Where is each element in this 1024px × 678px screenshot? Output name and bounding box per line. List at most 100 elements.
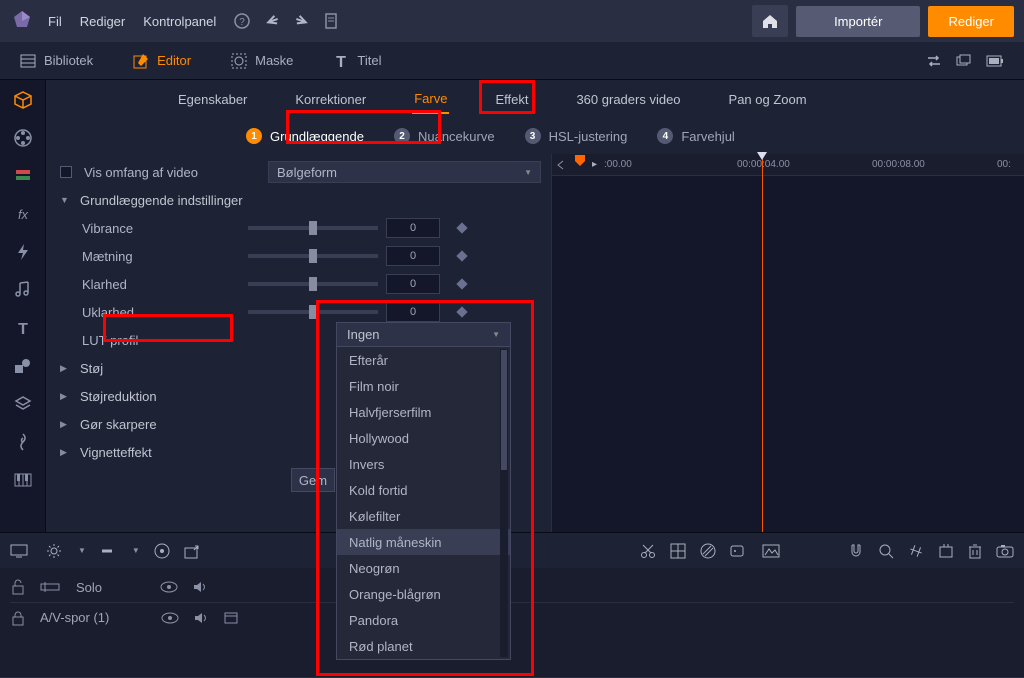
keyframe-icon[interactable] [456, 278, 467, 289]
mode-editor[interactable]: Editor [133, 53, 191, 69]
rail-fx-icon[interactable]: fx [13, 204, 33, 224]
menu-controlpanel[interactable]: Kontrolpanel [143, 14, 216, 29]
tab-effect[interactable]: Effekt [493, 86, 530, 113]
lut-option[interactable]: Invers [337, 451, 510, 477]
timeline-icon[interactable] [40, 580, 62, 594]
document-icon[interactable] [324, 13, 338, 29]
swap-icon[interactable] [926, 54, 942, 68]
tab-color[interactable]: Farve [412, 85, 449, 114]
saturation-slider[interactable] [248, 254, 378, 258]
redo-icon[interactable] [294, 14, 310, 28]
rail-music-icon[interactable] [13, 280, 33, 300]
tab-360video[interactable]: 360 graders video [574, 86, 682, 113]
lut-scrollbar[interactable] [500, 349, 508, 657]
monitor-icon[interactable] [10, 544, 32, 558]
strike-icon[interactable] [908, 543, 924, 559]
clarity-value[interactable]: 0 [386, 274, 440, 294]
lut-option[interactable]: Pandora [337, 607, 510, 633]
menu-file[interactable]: Fil [48, 14, 62, 29]
help-icon[interactable]: ? [234, 13, 250, 29]
mountain-icon[interactable] [762, 544, 780, 558]
dash-icon[interactable] [100, 544, 118, 558]
step-tonecurve[interactable]: 2Nuancekurve [394, 128, 495, 144]
step-colorwheel[interactable]: 4Farvehjul [657, 128, 734, 144]
clip-icon[interactable] [223, 610, 239, 626]
mode-mask[interactable]: Maske [231, 53, 293, 69]
rail-shapes-icon[interactable] [13, 356, 33, 376]
row-clarity: Klarhed 0 [60, 270, 541, 298]
row-basic-header[interactable]: ▼ Grundlæggende indstillinger [60, 186, 541, 214]
mode-title[interactable]: T Titel [333, 53, 381, 69]
speaker-icon[interactable] [192, 580, 208, 594]
waveform-dropdown[interactable]: Bølgeform ▼ [268, 161, 541, 183]
gear-icon[interactable] [46, 543, 64, 559]
clarity-slider[interactable] [248, 282, 378, 286]
keyframe-icon[interactable] [456, 250, 467, 261]
lock-icon[interactable] [10, 610, 26, 626]
lut-option[interactable]: Efterår [337, 347, 510, 373]
rail-layers-icon[interactable] [13, 394, 33, 414]
label-icon[interactable] [730, 544, 748, 558]
menu-edit[interactable]: Rediger [80, 14, 126, 29]
lut-option[interactable]: Kølefilter [337, 503, 510, 529]
zoom-icon[interactable] [878, 543, 894, 559]
vibrance-value[interactable]: 0 [386, 218, 440, 238]
rail-bolt-icon[interactable] [13, 242, 33, 262]
haze-slider[interactable] [248, 310, 378, 314]
rail-text-icon[interactable]: T [13, 318, 33, 338]
battery-icon[interactable] [986, 54, 1004, 68]
stripes-icon[interactable] [700, 543, 716, 559]
magnet-icon[interactable] [848, 543, 864, 559]
eye-icon[interactable] [160, 581, 178, 593]
grid-icon[interactable] [670, 543, 686, 559]
mode-library[interactable]: Bibliotek [20, 53, 93, 69]
cut-icon[interactable] [640, 543, 656, 559]
playhead-handle-icon[interactable] [757, 152, 767, 160]
tab-panzoom[interactable]: Pan og Zoom [727, 86, 809, 113]
lut-option[interactable]: Hollywood [337, 425, 510, 451]
disc-icon[interactable] [154, 543, 170, 559]
vibrance-slider[interactable] [248, 226, 378, 230]
chevron-down-icon[interactable]: ▼ [132, 546, 140, 555]
rail-film-icon[interactable] [13, 128, 33, 148]
edit-button[interactable]: Rediger [928, 6, 1014, 37]
keyframe-icon[interactable] [456, 222, 467, 233]
chevron-down-icon[interactable]: ▼ [78, 546, 86, 555]
lut-option[interactable]: Natlig måneskin [337, 529, 510, 555]
haze-value[interactable]: 0 [386, 302, 440, 322]
trash-icon[interactable] [968, 543, 982, 559]
marker-icon[interactable] [574, 154, 586, 166]
timeline-left-arrow-icon[interactable] [556, 160, 566, 170]
camera-icon[interactable] [996, 544, 1014, 558]
import-button[interactable]: Importér [796, 6, 920, 37]
lut-option[interactable]: Film noir [337, 373, 510, 399]
lut-selected[interactable]: Ingen ▼ [337, 323, 510, 347]
save-button[interactable]: Gem [291, 468, 335, 492]
home-button[interactable] [752, 5, 788, 37]
export-icon[interactable] [184, 543, 200, 559]
speaker-icon[interactable] [193, 611, 209, 625]
unlock-icon[interactable] [10, 579, 26, 595]
lut-option[interactable]: Orange-blågrøn [337, 581, 510, 607]
lut-option[interactable]: Halvfjerserfilm [337, 399, 510, 425]
rail-treble-icon[interactable] [13, 432, 33, 452]
rail-package-icon[interactable] [13, 90, 33, 110]
eye-icon[interactable] [161, 612, 179, 624]
undo-icon[interactable] [264, 14, 280, 28]
playhead[interactable] [762, 154, 763, 532]
rail-stack-icon[interactable] [13, 166, 33, 186]
plugin-icon[interactable] [938, 543, 954, 559]
rail-piano-icon[interactable] [13, 470, 33, 490]
keyframe-icon[interactable] [456, 306, 467, 317]
saturation-value[interactable]: 0 [386, 246, 440, 266]
timeline-ruler[interactable]: ▸ :00.00 00:00:04.00 00:00:08.00 00: [552, 154, 1024, 176]
tab-corrections[interactable]: Korrektioner [293, 86, 368, 113]
step-basic[interactable]: 1Grundlæggende [246, 128, 364, 144]
show-scope-checkbox[interactable] [60, 166, 72, 178]
lut-option[interactable]: Neogrøn [337, 555, 510, 581]
lut-option[interactable]: Kold fortid [337, 477, 510, 503]
lut-option[interactable]: Rød planet [337, 633, 510, 659]
tab-properties[interactable]: Egenskaber [176, 86, 249, 113]
step-hsl[interactable]: 3HSL-justering [525, 128, 628, 144]
stack-icon[interactable] [956, 54, 972, 68]
